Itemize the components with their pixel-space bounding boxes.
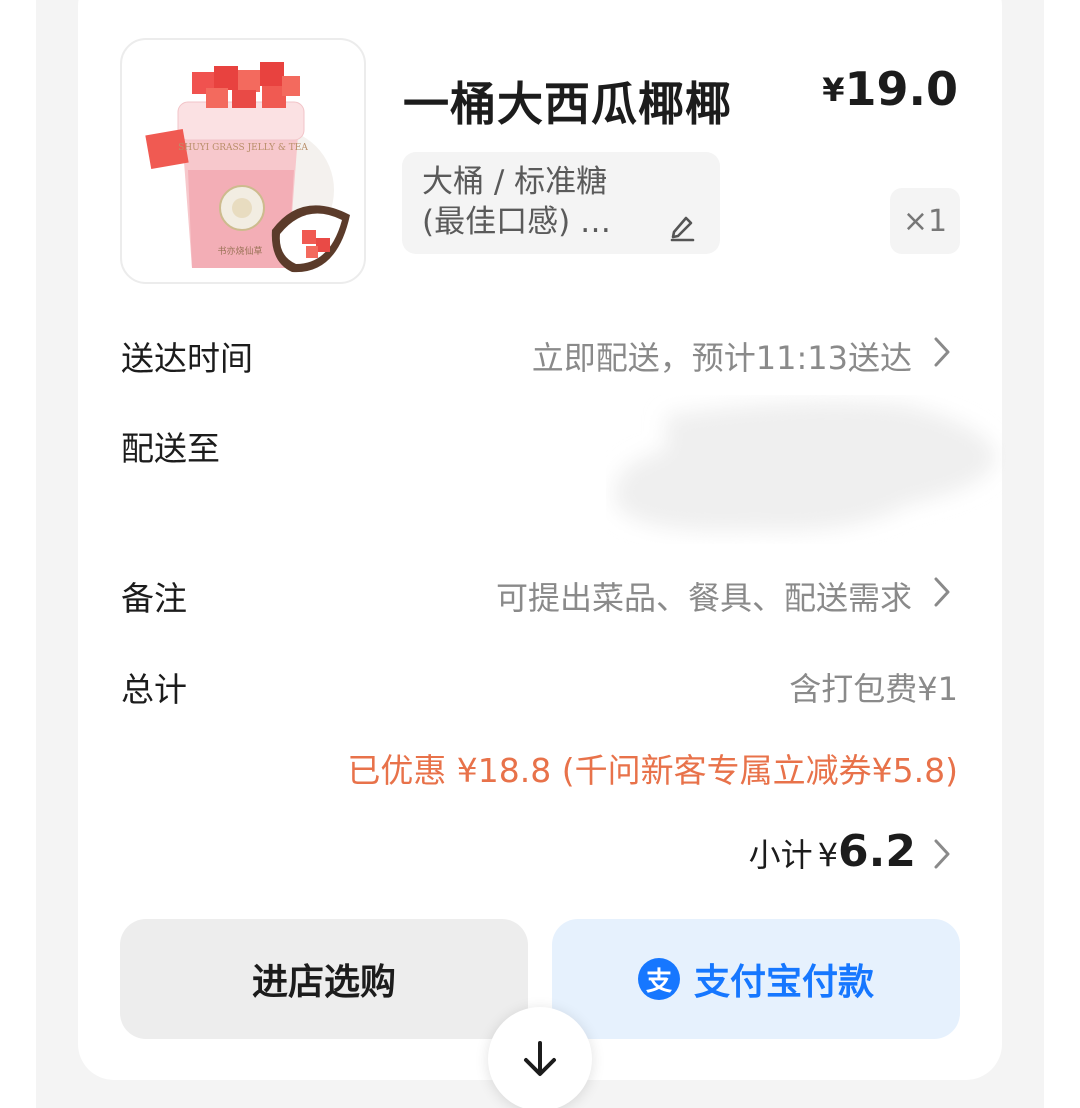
product-name: 一桶大西瓜椰椰 (403, 77, 732, 131)
address-label: 配送至 (121, 429, 220, 468)
order-page: SHUYI GRASS JELLY & TEA 书亦烧仙草 一桶大西瓜椰椰 ¥1… (0, 0, 1080, 1108)
total-label: 总计 (121, 670, 187, 709)
side-gutter-right (1044, 0, 1080, 1108)
delivery-time-value[interactable]: 立即配送，预计11:13送达 (532, 333, 912, 379)
product-image[interactable]: SHUYI GRASS JELLY & TEA 书亦烧仙草 (120, 38, 366, 284)
spec-line-1: 大桶 / 标准糖 (422, 164, 608, 200)
enter-store-label: 进店选购 (251, 962, 396, 1003)
subtotal-value: 6.2 (838, 826, 916, 877)
alipay-pay-button[interactable]: 支 支付宝付款 (552, 919, 960, 1039)
side-gutter-left (0, 0, 36, 1108)
quantity-badge: ×1 (890, 188, 960, 254)
alipay-icon: 支 (637, 958, 680, 1000)
cup-label: SHUYI GRASS JELLY & TEA (178, 143, 308, 153)
product-spec[interactable]: 大桶 / 标准糖 (最佳口感) … (402, 152, 720, 254)
subtotal-label: 小计 (748, 836, 813, 874)
watermelon-coconut-cup-icon: SHUYI GRASS JELLY & TEA 书亦烧仙草 (145, 62, 350, 273)
subtotal-currency: ¥ (817, 836, 839, 874)
cup-brand: 书亦烧仙草 (217, 245, 262, 257)
product-price: ¥19.0 (822, 62, 958, 116)
remark-input[interactable]: 可提出菜品、餐具、配送需求 (496, 573, 912, 619)
scroll-down-button[interactable] (488, 1007, 592, 1108)
enter-store-button[interactable]: 进店选购 (120, 919, 528, 1039)
chevron-right-icon[interactable] (930, 335, 954, 369)
address-blurred[interactable] (606, 395, 1006, 545)
packing-fee: 含打包费¥1 (789, 670, 958, 708)
arrow-down-icon (524, 1041, 556, 1076)
spec-line-2: (最佳口感) … (422, 204, 612, 240)
price-currency: ¥ (822, 71, 845, 109)
edit-icon[interactable] (666, 210, 698, 242)
price-value: 19.0 (844, 62, 959, 116)
alipay-pay-label: 支付宝付款 (693, 962, 874, 1003)
subtotal[interactable]: 小计 ¥6.2 (749, 826, 916, 877)
remark-label: 备注 (121, 579, 187, 618)
chevron-right-icon[interactable] (930, 575, 954, 609)
delivery-time-label: 送达时间 (121, 339, 253, 378)
discount-text: 已优惠 ¥18.8 (千问新客专属立减券¥5.8) (347, 751, 958, 790)
chevron-right-icon[interactable] (930, 837, 954, 871)
